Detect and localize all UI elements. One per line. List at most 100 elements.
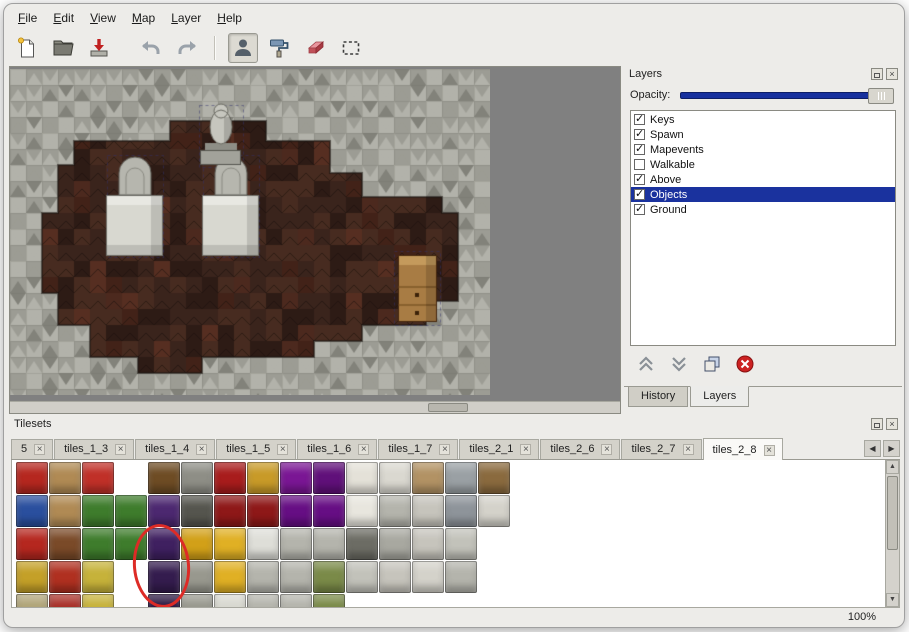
tab-close-icon[interactable]: × [764,445,775,456]
tileset-tile[interactable] [82,462,114,494]
lower-layer-button[interactable] [667,352,691,376]
layer-visibility-checkbox[interactable]: ✓ [634,129,645,140]
tileset-tile[interactable] [148,594,180,608]
tileset-tile[interactable] [214,495,246,527]
tileset-tile[interactable] [49,594,81,608]
tileset-tile[interactable] [115,495,147,527]
tileset-tile[interactable] [247,495,279,527]
new-map-button[interactable] [12,33,42,63]
tileset-tile[interactable] [148,495,180,527]
tileset-tab-tiles_1_3[interactable]: tiles_1_3× [54,439,134,459]
menu-item-view[interactable]: View [82,9,124,27]
tileset-tile[interactable] [115,462,147,494]
tileset-tile[interactable] [247,561,279,593]
layer-visibility-checkbox[interactable]: ✓ [634,114,645,125]
tileset-tile[interactable] [148,561,180,593]
tileset-tile[interactable] [280,594,312,608]
menu-item-map[interactable]: Map [124,9,163,27]
tab-close-icon[interactable]: × [358,444,369,455]
tab-close-icon[interactable]: × [115,444,126,455]
layer-visibility-checkbox[interactable]: ✓ [634,174,645,185]
tab-close-icon[interactable]: × [601,444,612,455]
tileset-tile[interactable] [49,561,81,593]
tileset-tile[interactable] [82,594,114,608]
layer-row-walkable[interactable]: Walkable [631,157,895,172]
tileset-tile[interactable] [280,561,312,593]
tileset-tile[interactable] [445,561,477,593]
menu-item-layer[interactable]: Layer [163,9,209,27]
layer-list[interactable]: ✓Keys✓Spawn✓MapeventsWalkable✓Above✓Obje… [630,110,896,346]
tileset-tile[interactable] [16,495,48,527]
layer-row-spawn[interactable]: ✓Spawn [631,127,895,142]
tileset-tile[interactable] [115,561,147,593]
tileset-tile[interactable] [313,594,345,608]
scroll-down-button[interactable]: ▼ [886,593,899,607]
raise-layer-button[interactable] [634,352,658,376]
layer-row-mapevents[interactable]: ✓Mapevents [631,142,895,157]
fill-tool-button[interactable] [264,33,294,63]
scroll-tabs-left-button[interactable]: ◀ [864,440,881,457]
tileset-tile[interactable] [16,594,48,608]
tab-close-icon[interactable]: × [34,444,45,455]
tileset-tile[interactable] [115,594,147,608]
tileset-tile[interactable] [115,528,147,560]
tileset-vertical-scrollbar[interactable]: ▲ ▼ [885,460,899,607]
undo-button[interactable] [136,33,166,63]
layer-visibility-checkbox[interactable] [634,159,645,170]
tileset-tab-tiles_2_7[interactable]: tiles_2_7× [621,439,701,459]
tileset-tab-tiles_1_5[interactable]: tiles_1_5× [216,439,296,459]
tileset-tile[interactable] [346,462,378,494]
tileset-tile[interactable] [412,462,444,494]
tileset-tile[interactable] [445,462,477,494]
scroll-up-button[interactable]: ▲ [886,460,899,474]
tileset-tile[interactable] [445,528,477,560]
tileset-tile[interactable] [214,528,246,560]
tileset-tile[interactable] [181,528,213,560]
tileset-tile[interactable] [49,528,81,560]
duplicate-layer-button[interactable] [700,352,724,376]
tileset-tile[interactable] [412,561,444,593]
tileset-tile[interactable] [181,462,213,494]
tileset-tile[interactable] [412,594,444,608]
tileset-tile[interactable] [16,462,48,494]
layer-row-ground[interactable]: ✓Ground [631,202,895,217]
tileset-tile[interactable] [82,561,114,593]
tileset-tile[interactable] [280,462,312,494]
tileset-tile[interactable] [313,561,345,593]
opacity-slider[interactable] [680,92,894,99]
tileset-tile[interactable] [511,462,543,494]
float-panel-button[interactable] [871,68,883,80]
tileset-content[interactable]: ▲ ▼ [11,460,900,608]
tileset-tile[interactable] [379,495,411,527]
tileset-tile[interactable] [247,528,279,560]
close-panel-button[interactable]: × [886,68,898,80]
tileset-tile[interactable] [346,528,378,560]
panel-tab-history[interactable]: History [628,387,688,407]
tileset-tab-tiles_1_7[interactable]: tiles_1_7× [378,439,458,459]
tileset-tile[interactable] [511,495,543,527]
tileset-tile[interactable] [214,594,246,608]
tab-close-icon[interactable]: × [277,444,288,455]
tileset-tile[interactable] [82,528,114,560]
tileset-tab-tiles_2_6[interactable]: tiles_2_6× [540,439,620,459]
tileset-tile[interactable] [247,594,279,608]
tileset-tile[interactable] [478,561,510,593]
tileset-tile[interactable] [346,495,378,527]
tileset-tile[interactable] [49,462,81,494]
redo-button[interactable] [172,33,202,63]
tileset-tile[interactable] [16,528,48,560]
tileset-tile[interactable] [412,528,444,560]
tileset-tile[interactable] [313,528,345,560]
map-canvas[interactable] [10,69,490,395]
tab-close-icon[interactable]: × [520,444,531,455]
scroll-tabs-right-button[interactable]: ▶ [883,440,900,457]
layer-visibility-checkbox[interactable]: ✓ [634,144,645,155]
tileset-tile[interactable] [49,495,81,527]
tileset-tile[interactable] [379,528,411,560]
tileset-tile[interactable] [346,594,378,608]
menu-item-edit[interactable]: Edit [45,9,82,27]
tileset-tile[interactable] [181,561,213,593]
tileset-tile[interactable] [346,561,378,593]
opacity-slider-handle[interactable] [868,88,894,104]
select-tool-button[interactable] [336,33,366,63]
